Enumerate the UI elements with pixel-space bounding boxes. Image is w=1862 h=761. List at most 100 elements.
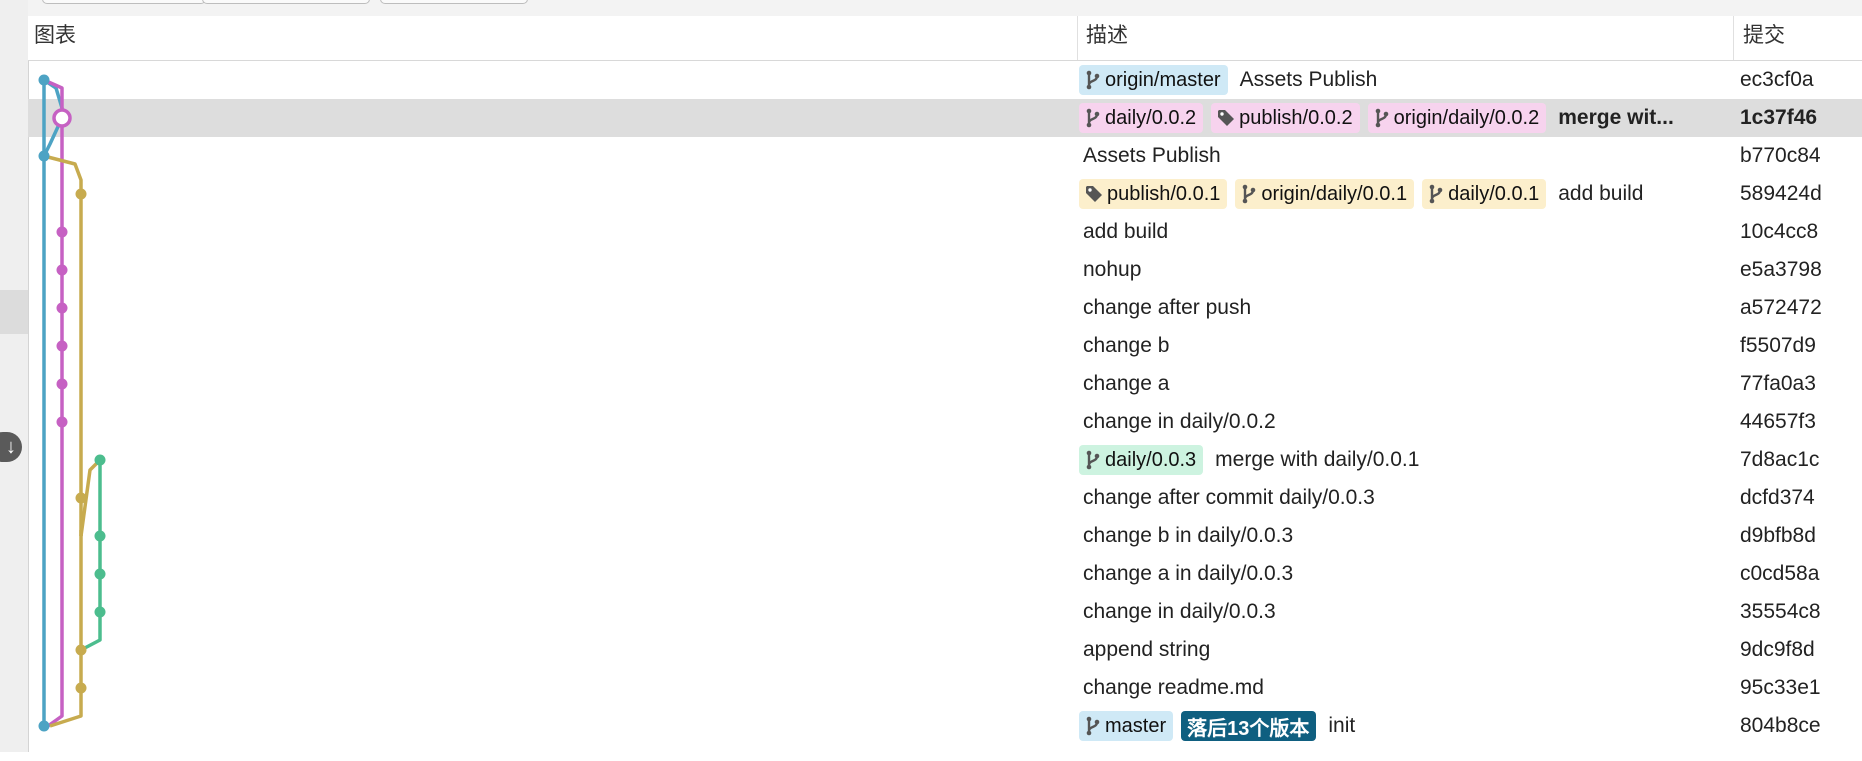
commit-description: append string [1079,631,1769,669]
commit-message: change in daily/0.0.2 [1083,410,1276,433]
commit-description: master 落后13个版本 init [1079,707,1769,745]
ref-label: origin/daily/0.0.2 [1393,106,1540,129]
gutter-highlight [0,290,28,334]
commit-hash: 35554c8 [1740,600,1821,623]
commit-message: add build [1558,182,1644,205]
tag-icon [1217,109,1239,127]
commit-row[interactable]: Assets Publish b770c84 [28,137,1862,175]
commit-row[interactable]: master 落后13个版本 init 804b8ce [28,707,1862,745]
ref-label: origin/master [1105,68,1221,91]
commit-hash: 44657f3 [1740,410,1816,433]
commit-list: origin/master Assets Publish ec3cf0a daily/… [28,61,1862,745]
commit-row[interactable]: nohup e5a3798 [28,251,1862,289]
commit-row[interactable]: origin/master Assets Publish ec3cf0a [28,61,1862,99]
commit-hash: c0cd58a [1740,562,1820,585]
commit-hash: dcfd374 [1740,486,1815,509]
header-description[interactable]: 描述 [1086,16,1128,60]
commit-row[interactable]: add build 10c4cc8 [28,213,1862,251]
ref-label: publish/0.0.2 [1239,106,1353,129]
commit-hash: 7d8ac1c [1740,448,1820,471]
tag-icon [1085,185,1107,203]
commit-message: change b in daily/0.0.3 [1083,524,1294,547]
commit-description: daily/0.0.3 merge with daily/0.0.1 [1079,441,1769,479]
branch-badge[interactable]: origin/daily/0.0.2 [1367,103,1547,133]
ref-label: master [1105,714,1167,737]
ref-label: publish/0.0.1 [1107,182,1221,205]
header-commit[interactable]: 提交 [1743,16,1785,60]
branch-badge[interactable]: origin/daily/0.0.1 [1235,179,1415,209]
commit-description: change a [1079,365,1769,403]
commit-description: change b in daily/0.0.3 [1079,517,1769,555]
branch-icon [1428,184,1448,204]
commit-row[interactable]: publish/0.0.1 origin/daily/0.0.1 daily/0.0… [28,175,1862,213]
tag-badge[interactable]: publish/0.0.1 [1079,179,1228,209]
commit-message: merge wit... [1558,106,1674,129]
left-gutter [0,0,29,752]
commit-hash: ec3cf0a [1740,68,1814,91]
branch-badge[interactable]: daily/0.0.2 [1079,103,1204,133]
commit-hash: 10c4cc8 [1740,220,1819,243]
commit-row[interactable]: change readme.md 95c33e1 [28,669,1862,707]
commit-hash: 804b8ce [1740,714,1821,737]
commit-row[interactable]: change b f5507d9 [28,327,1862,365]
commit-row[interactable]: change after push a572472 [28,289,1862,327]
commit-row[interactable]: change in daily/0.0.3 35554c8 [28,593,1862,631]
commit-description: change in daily/0.0.3 [1079,593,1769,631]
commit-message: change a in daily/0.0.3 [1083,562,1294,585]
branch-icon [1085,70,1105,90]
commit-row[interactable]: change b in daily/0.0.3 d9bfb8d [28,517,1862,555]
commit-row[interactable]: daily/0.0.3 merge with daily/0.0.1 7d8ac1c [28,441,1862,479]
commit-description: origin/master Assets Publish [1079,61,1769,99]
toolbar-button[interactable] [42,0,206,4]
commit-message: Assets Publish [1239,68,1378,91]
branch-badge[interactable]: daily/0.0.1 [1422,179,1547,209]
branch-icon [1241,184,1261,204]
commit-message: append string [1083,638,1211,661]
commit-description: change after commit daily/0.0.3 [1079,479,1769,517]
behind-badge[interactable]: 落后13个版本 [1181,711,1317,741]
toolbar-button[interactable] [380,0,528,4]
commit-description: Assets Publish [1079,137,1769,175]
ref-label: daily/0.0.2 [1105,106,1197,129]
commit-hash: f5507d9 [1740,334,1816,357]
commit-message: init [1328,714,1356,737]
branch-icon [1085,450,1105,470]
branch-badge[interactable]: master [1079,711,1174,741]
commit-description: change a in daily/0.0.3 [1079,555,1769,593]
commit-message: change after push [1083,296,1252,319]
commit-hash: a572472 [1740,296,1822,319]
branch-icon [1085,108,1105,128]
commit-description: change in daily/0.0.2 [1079,403,1769,441]
commit-message: change in daily/0.0.3 [1083,600,1276,623]
branch-badge[interactable]: origin/master [1079,65,1228,95]
column-header: 图表 描述 提交 [28,16,1862,61]
commit-message: change a [1083,372,1170,395]
column-divider[interactable] [1077,16,1078,60]
commit-message: change readme.md [1083,676,1264,699]
commit-hash: 95c33e1 [1740,676,1821,699]
tag-badge[interactable]: publish/0.0.2 [1211,103,1360,133]
branch-badge[interactable]: daily/0.0.3 [1079,445,1204,475]
commit-message: merge with daily/0.0.1 [1215,448,1420,471]
commit-row[interactable]: change a 77fa0a3 [28,365,1862,403]
commit-description: nohup [1079,251,1769,289]
commit-row[interactable]: change a in daily/0.0.3 c0cd58a [28,555,1862,593]
commit-row[interactable]: append string 9dc9f8d [28,631,1862,669]
branch-icon [1085,716,1105,736]
toolbar-button[interactable] [202,0,370,4]
ref-label: origin/daily/0.0.1 [1261,182,1408,205]
header-graph[interactable]: 图表 [34,16,76,60]
ref-label: 落后13个版本 [1187,717,1310,740]
commit-description: change readme.md [1079,669,1769,707]
commit-message: add build [1083,220,1169,243]
commit-hash: d9bfb8d [1740,524,1816,547]
commit-row[interactable]: change after commit daily/0.0.3 dcfd374 [28,479,1862,517]
commit-row[interactable]: change in daily/0.0.2 44657f3 [28,403,1862,441]
commit-row[interactable]: daily/0.0.2 publish/0.0.2 origin/daily/0.0… [28,99,1862,137]
commit-description: add build [1079,213,1769,251]
commit-description: change b [1079,327,1769,365]
commit-hash: 589424d [1740,182,1822,205]
ref-label: daily/0.0.3 [1105,448,1197,471]
column-divider[interactable] [1733,16,1734,60]
commit-description: change after push [1079,289,1769,327]
